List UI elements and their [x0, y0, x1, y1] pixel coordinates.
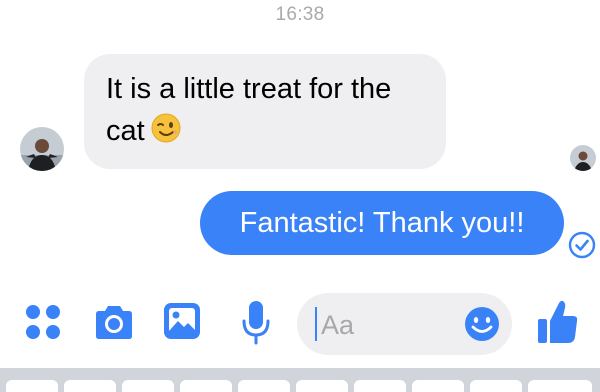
- keyboard-key[interactable]: [354, 380, 406, 392]
- text-cursor: [315, 307, 317, 341]
- seen-indicator-avatar: [570, 145, 596, 171]
- sent-check-icon: [568, 231, 596, 259]
- message-input[interactable]: Aa: [297, 293, 512, 355]
- image-icon[interactable]: [162, 301, 202, 341]
- thumbs-up-icon[interactable]: [536, 297, 580, 345]
- keyboard-key[interactable]: [6, 380, 58, 392]
- microphone-icon[interactable]: [240, 299, 272, 347]
- keyboard-key[interactable]: [180, 380, 232, 392]
- outgoing-message-text: Fantastic! Thank you!!: [239, 207, 525, 239]
- contact-avatar[interactable]: [20, 127, 64, 171]
- incoming-message-bubble[interactable]: It is a little treat for the cat: [84, 54, 446, 169]
- keyboard-key[interactable]: [296, 380, 348, 392]
- emoji-icon[interactable]: [463, 305, 501, 343]
- keyboard: [0, 368, 600, 392]
- keyboard-key[interactable]: [238, 380, 290, 392]
- more-actions-icon[interactable]: [22, 301, 64, 343]
- outgoing-message-bubble[interactable]: Fantastic! Thank you!!: [200, 191, 564, 255]
- message-input-placeholder: Aa: [321, 310, 355, 340]
- camera-icon[interactable]: [92, 303, 136, 343]
- message-composer: Aa: [0, 285, 600, 365]
- incoming-message-text: It is a little treat for the cat: [106, 73, 392, 147]
- keyboard-key[interactable]: [470, 380, 522, 392]
- keyboard-key[interactable]: [64, 380, 116, 392]
- message-timestamp: 16:38: [275, 4, 325, 25]
- winking-face-emoji-icon: [151, 113, 181, 155]
- keyboard-key[interactable]: [412, 380, 464, 392]
- keyboard-key[interactable]: [528, 380, 592, 392]
- keyboard-key[interactable]: [122, 380, 174, 392]
